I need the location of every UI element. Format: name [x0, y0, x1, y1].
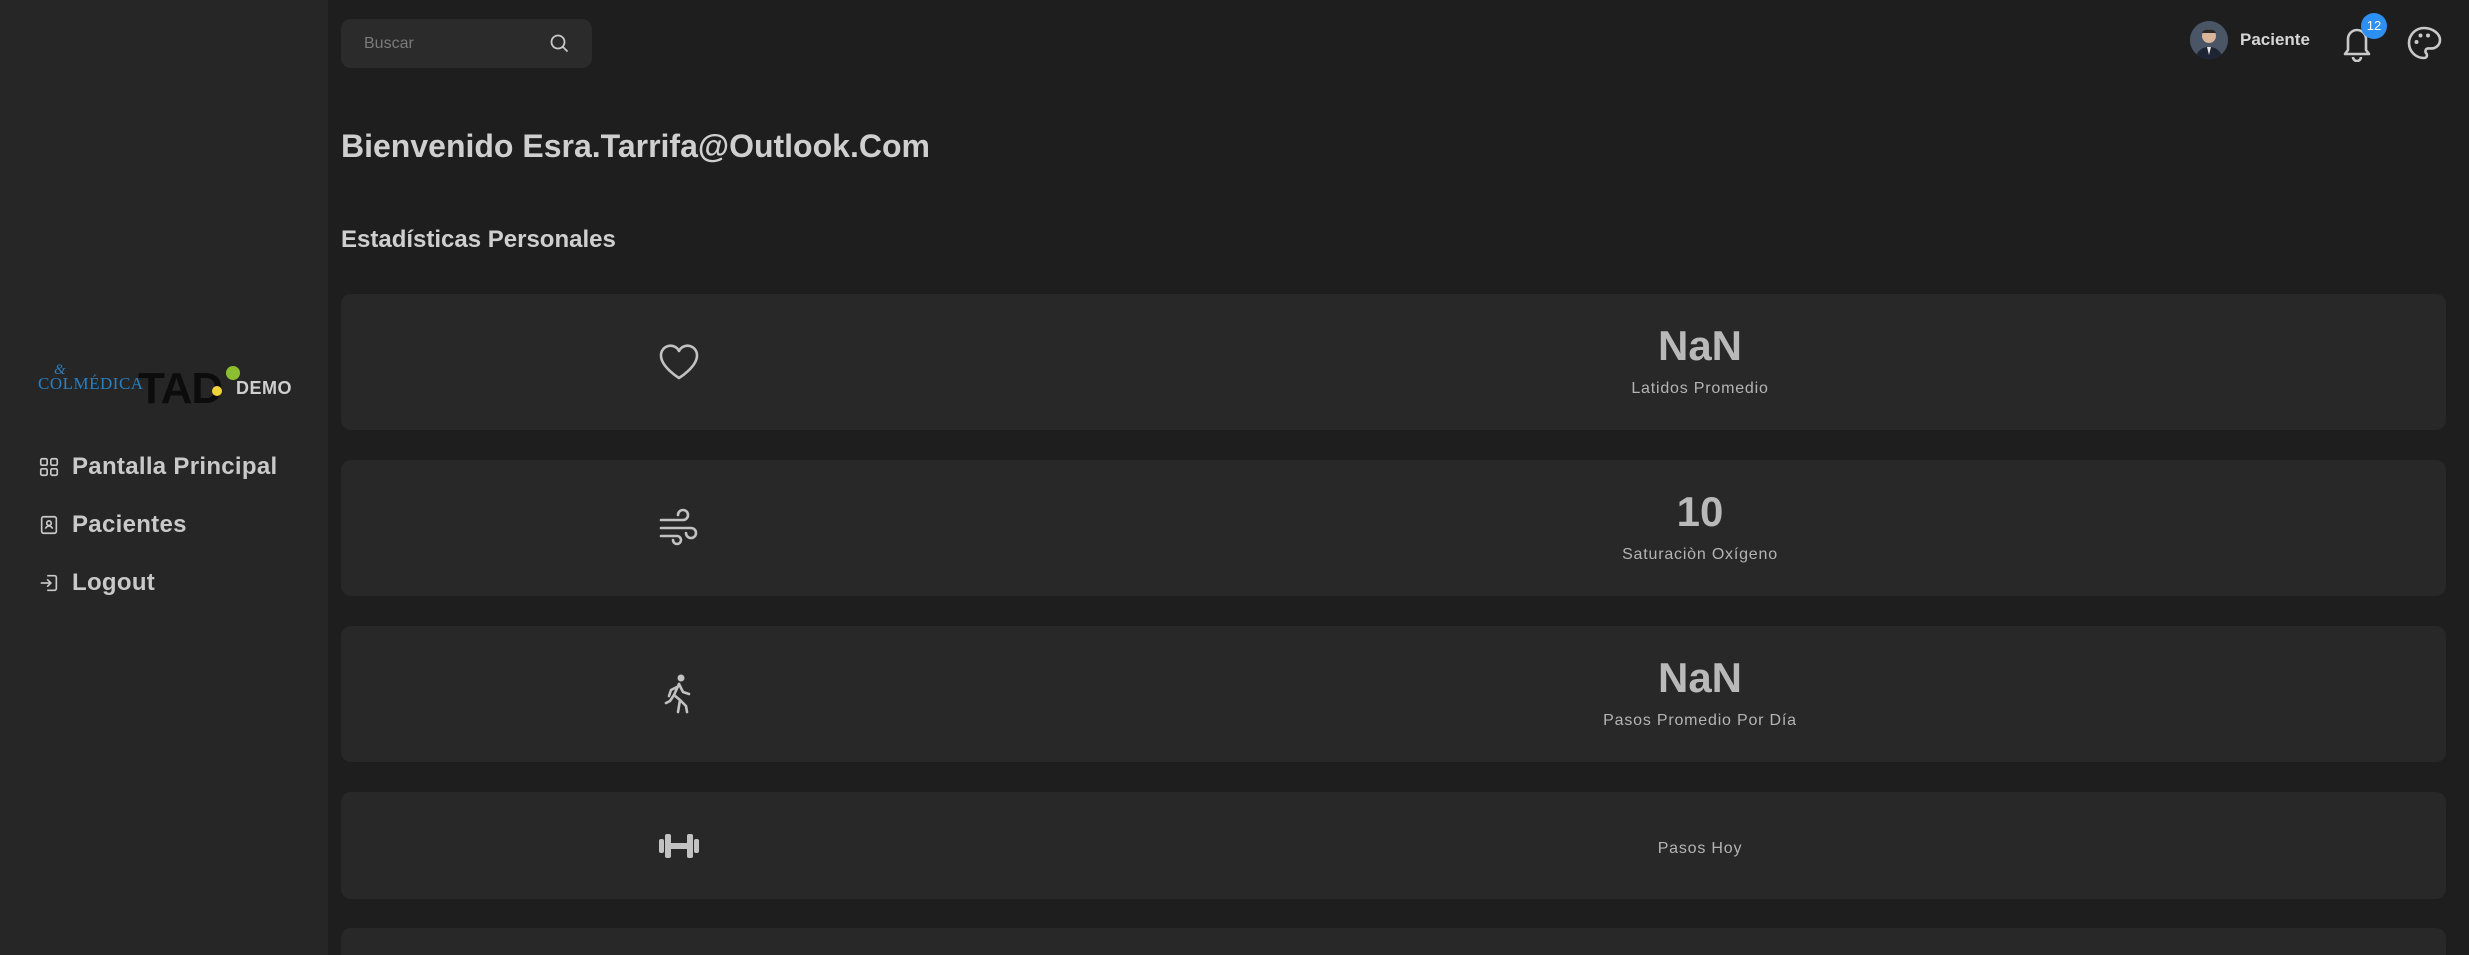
heart-icon [659, 344, 699, 380]
sidebar: COLMÉDICA & TAD DEMO Pantalla Principal … [0, 0, 328, 955]
stat-label: Saturaciòn Oxígeno [1622, 546, 1778, 563]
stat-card-steps-today: Pasos Hoy [341, 792, 2446, 899]
stat-card-partial [341, 928, 2446, 955]
stat-label: Pasos Promedio Por Día [1603, 712, 1797, 729]
brand-demo-tag: DEMO [236, 378, 292, 398]
wind-icon [659, 508, 698, 546]
user-role-label[interactable]: Paciente [2240, 30, 2310, 50]
walking-icon [664, 674, 691, 714]
sidebar-item-pacientes[interactable]: Pacientes [38, 508, 187, 542]
brand-logo[interactable]: COLMÉDICA & TAD DEMO [38, 362, 298, 413]
search-icon[interactable] [547, 31, 571, 55]
page-title: Bienvenido Esra.Tarrifa@Outlook.Com [341, 128, 930, 164]
stat-value: NaN [1657, 322, 1743, 369]
logout-icon [40, 574, 58, 592]
notification-badge: 12 [2361, 13, 2387, 39]
dumbbell-icon [659, 834, 699, 858]
stat-card-oxygen: 10 Saturaciòn Oxígeno [341, 460, 2446, 596]
sidebar-item-label: Logout [72, 569, 156, 596]
logo-yellow-dot [212, 386, 222, 396]
contact-card-icon [40, 515, 58, 535]
stat-value: NaN [1657, 654, 1743, 701]
sidebar-item-label: Pantalla Principal [72, 453, 278, 480]
sidebar-item-label: Pacientes [72, 511, 187, 538]
section-title: Estadísticas Personales [341, 226, 616, 253]
brand-tad: TAD [138, 364, 223, 413]
stat-value: 10 [1676, 488, 1724, 535]
search-input[interactable] [341, 19, 541, 68]
stat-card-average-steps: NaN Pasos Promedio Por Día [341, 626, 2446, 762]
stat-label: Latidos Promedio [1631, 380, 1769, 397]
brand-ampersand: & [54, 362, 67, 378]
stat-card-heart-rate: NaN Latidos Promedio [341, 294, 2446, 430]
palette-icon[interactable] [2405, 24, 2443, 62]
sidebar-item-pantalla-principal[interactable]: Pantalla Principal [38, 450, 277, 484]
avatar[interactable] [2190, 21, 2228, 59]
sidebar-item-logout[interactable]: Logout [38, 566, 155, 600]
stat-label: Pasos Hoy [1657, 840, 1743, 857]
search-box [341, 19, 592, 68]
grid-icon [39, 457, 59, 477]
